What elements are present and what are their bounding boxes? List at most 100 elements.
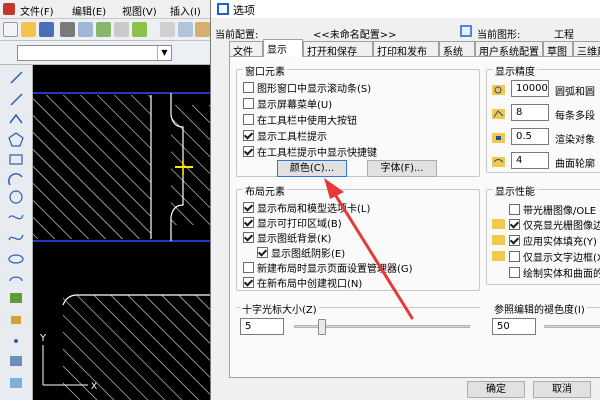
tab-plot-publish[interactable]: 打印和发布 bbox=[373, 41, 439, 58]
fonts-button[interactable]: 字体(F)... bbox=[367, 160, 437, 177]
tooltips-checkbox[interactable] bbox=[243, 130, 254, 141]
current-profile-value: <<未命名配置>> bbox=[313, 30, 397, 41]
publish-icon[interactable] bbox=[96, 22, 111, 37]
rectangle-icon bbox=[9, 154, 23, 165]
tab-display[interactable]: 显示 bbox=[263, 39, 303, 57]
rendered-object-input[interactable]: 0.5 bbox=[511, 128, 549, 145]
tab-3d-modeling[interactable]: 三维建 bbox=[573, 41, 600, 58]
large-buttons-option[interactable]: 在工具栏中使用大按钮 bbox=[243, 112, 357, 127]
cut-icon[interactable] bbox=[160, 22, 175, 37]
apply-solid-fill-option[interactable]: 应用实体填充(Y) bbox=[509, 233, 597, 248]
new-file-icon[interactable] bbox=[3, 22, 18, 37]
copy-icon[interactable] bbox=[178, 22, 193, 37]
hatch-region bbox=[63, 295, 212, 400]
screen-menu-option[interactable]: 显示屏幕菜单(U) bbox=[243, 96, 332, 111]
dialog-titlebar[interactable]: 选项 bbox=[211, 0, 600, 18]
display-tab-panel: 窗口元素 图形窗口中显示滚动条(S) 显示屏幕菜单(U) 在工具栏中使用大按钮 … bbox=[229, 56, 600, 378]
create-viewport-checkbox[interactable] bbox=[243, 277, 254, 288]
crosshair-size-slider-thumb[interactable] bbox=[318, 319, 326, 335]
make-block-icon bbox=[11, 316, 21, 324]
text-boundary-option[interactable]: 仅显示文字边框(X) bbox=[509, 249, 600, 264]
scrollbars-option[interactable]: 图形窗口中显示滚动条(S) bbox=[243, 80, 371, 95]
paper-shadow-option[interactable]: 显示图纸阴影(E) bbox=[257, 245, 345, 260]
ucs-x-label: X bbox=[91, 382, 97, 392]
arc-smoothness-input[interactable]: 10000 bbox=[511, 80, 549, 97]
polyline-segments-icon bbox=[492, 109, 505, 119]
preview-icon[interactable] bbox=[78, 22, 93, 37]
page-setup-manager-checkbox[interactable] bbox=[243, 262, 254, 273]
screen-menu-checkbox[interactable] bbox=[243, 98, 254, 109]
highlight-raster-frame-option[interactable]: 仅亮显光栅图像边 bbox=[509, 217, 600, 232]
menu-view[interactable]: 视图(V) bbox=[122, 3, 157, 18]
layout-elements-group: 布局元素 显示布局和模型选项卡(L) 显示可打印区域(B) 显示图纸背景(K) … bbox=[236, 183, 480, 291]
drawing-canvas[interactable]: Y X bbox=[33, 65, 212, 400]
layer-dropdown[interactable]: ▼ bbox=[17, 45, 172, 61]
shortcut-keys-option[interactable]: 在工具栏提示中显示快捷键 bbox=[243, 144, 377, 159]
printable-area-option[interactable]: 显示可打印区域(B) bbox=[243, 215, 342, 230]
display-resolution-title: 显示精度 bbox=[493, 63, 537, 78]
arrow-icon[interactable] bbox=[132, 22, 147, 37]
crosshair-size-input[interactable]: 5 bbox=[240, 318, 284, 335]
menu-insert[interactable]: 插入(I) bbox=[170, 3, 201, 18]
paper-background-checkbox[interactable] bbox=[243, 232, 254, 243]
draw-toolbar bbox=[0, 65, 33, 400]
draw-tool-icons[interactable] bbox=[0, 65, 33, 400]
plot-icon[interactable] bbox=[114, 22, 129, 37]
current-profile-label: 当前配置: bbox=[215, 30, 259, 41]
polyline-segments-label: 每条多段 bbox=[555, 111, 595, 122]
draw-solid-surface-option[interactable]: 绘制实体和曲面的 bbox=[509, 265, 600, 280]
apply-solid-fill-checkbox[interactable] bbox=[509, 235, 520, 246]
tab-files[interactable]: 文件 bbox=[229, 41, 263, 58]
paste-icon[interactable] bbox=[195, 22, 210, 37]
ucs-y-label: Y bbox=[39, 333, 47, 344]
current-drawing-value: 工程 bbox=[554, 30, 574, 41]
colors-button[interactable]: 颜色(C)... bbox=[277, 160, 347, 177]
tooltips-option[interactable]: 显示工具栏提示 bbox=[243, 128, 327, 143]
printable-area-checkbox[interactable] bbox=[243, 217, 254, 228]
layout-tabs-option[interactable]: 显示布局和模型选项卡(L) bbox=[243, 200, 370, 215]
tab-user-preferences[interactable]: 用户系统配置 bbox=[475, 41, 543, 58]
text-boundary-checkbox[interactable] bbox=[509, 251, 520, 262]
highlight-raster-frame-checkbox[interactable] bbox=[509, 219, 520, 230]
tab-open-save[interactable]: 打开和保存 bbox=[303, 41, 373, 58]
layout-tabs-checkbox[interactable] bbox=[243, 202, 254, 213]
line-tool-icon bbox=[10, 71, 23, 84]
paper-shadow-checkbox[interactable] bbox=[257, 247, 268, 258]
cancel-button[interactable]: 取消 bbox=[533, 381, 591, 398]
cad-application-window: 文件(F) 编辑(E) 视图(V) 插入(I) ▼ Y X bbox=[0, 0, 212, 400]
dialog-title: 选项 bbox=[233, 4, 255, 17]
pan-zoom-raster-checkbox[interactable] bbox=[509, 204, 520, 215]
scrollbars-checkbox[interactable] bbox=[243, 82, 254, 93]
create-viewport-option[interactable]: 在新布局中创建视口(N) bbox=[243, 275, 362, 290]
chevron-down-icon: ▼ bbox=[157, 46, 171, 60]
contour-lines-input[interactable]: 4 bbox=[511, 152, 549, 169]
display-performance-group: 显示性能 带光栅图像/OLE 平 仅亮显光栅图像边 应用实体填充(Y) 仅显示文… bbox=[486, 183, 600, 285]
ok-button[interactable]: 确定 bbox=[467, 381, 525, 398]
menu-edit[interactable]: 编辑(E) bbox=[72, 3, 106, 18]
xref-fading-slider-track[interactable] bbox=[544, 325, 600, 328]
print-icon[interactable] bbox=[60, 22, 75, 37]
page-setup-manager-option[interactable]: 新建布局时显示页面设置管理器(G) bbox=[243, 260, 413, 275]
shortcut-keys-checkbox[interactable] bbox=[243, 146, 254, 157]
open-folder-icon[interactable] bbox=[21, 22, 36, 37]
options-dialog: 选项 当前配置: <<未命名配置>> 当前图形: 工程 文件 显示 打开和保存 … bbox=[210, 0, 600, 400]
pan-zoom-raster-option[interactable]: 带光栅图像/OLE 平 bbox=[509, 202, 600, 217]
xref-fading-group: 参照编辑的褪色度(I) 50 bbox=[492, 301, 600, 343]
menu-file[interactable]: 文件(F) bbox=[20, 3, 54, 18]
current-drawing-label: 当前图形: bbox=[477, 30, 521, 41]
xref-fading-input[interactable]: 50 bbox=[492, 318, 536, 335]
arc-icon bbox=[8, 173, 23, 186]
raster-frame-icon bbox=[492, 219, 505, 229]
dialog-button-bar: 确定 取消 bbox=[211, 378, 600, 400]
polyline-segments-input[interactable]: 8 bbox=[511, 104, 549, 121]
save-icon[interactable] bbox=[39, 22, 54, 37]
crosshair-size-group: 十字光标大小(Z) 5 bbox=[236, 301, 480, 343]
tab-system[interactable]: 系统 bbox=[439, 41, 475, 58]
solid-fill-icon bbox=[492, 235, 505, 245]
contour-lines-icon bbox=[492, 157, 505, 167]
draw-solid-surface-checkbox[interactable] bbox=[509, 267, 520, 278]
tab-drafting[interactable]: 草图 bbox=[543, 41, 573, 58]
paper-background-option[interactable]: 显示图纸背景(K) bbox=[243, 230, 331, 245]
ellipse-icon bbox=[8, 254, 24, 264]
large-buttons-checkbox[interactable] bbox=[243, 114, 254, 125]
